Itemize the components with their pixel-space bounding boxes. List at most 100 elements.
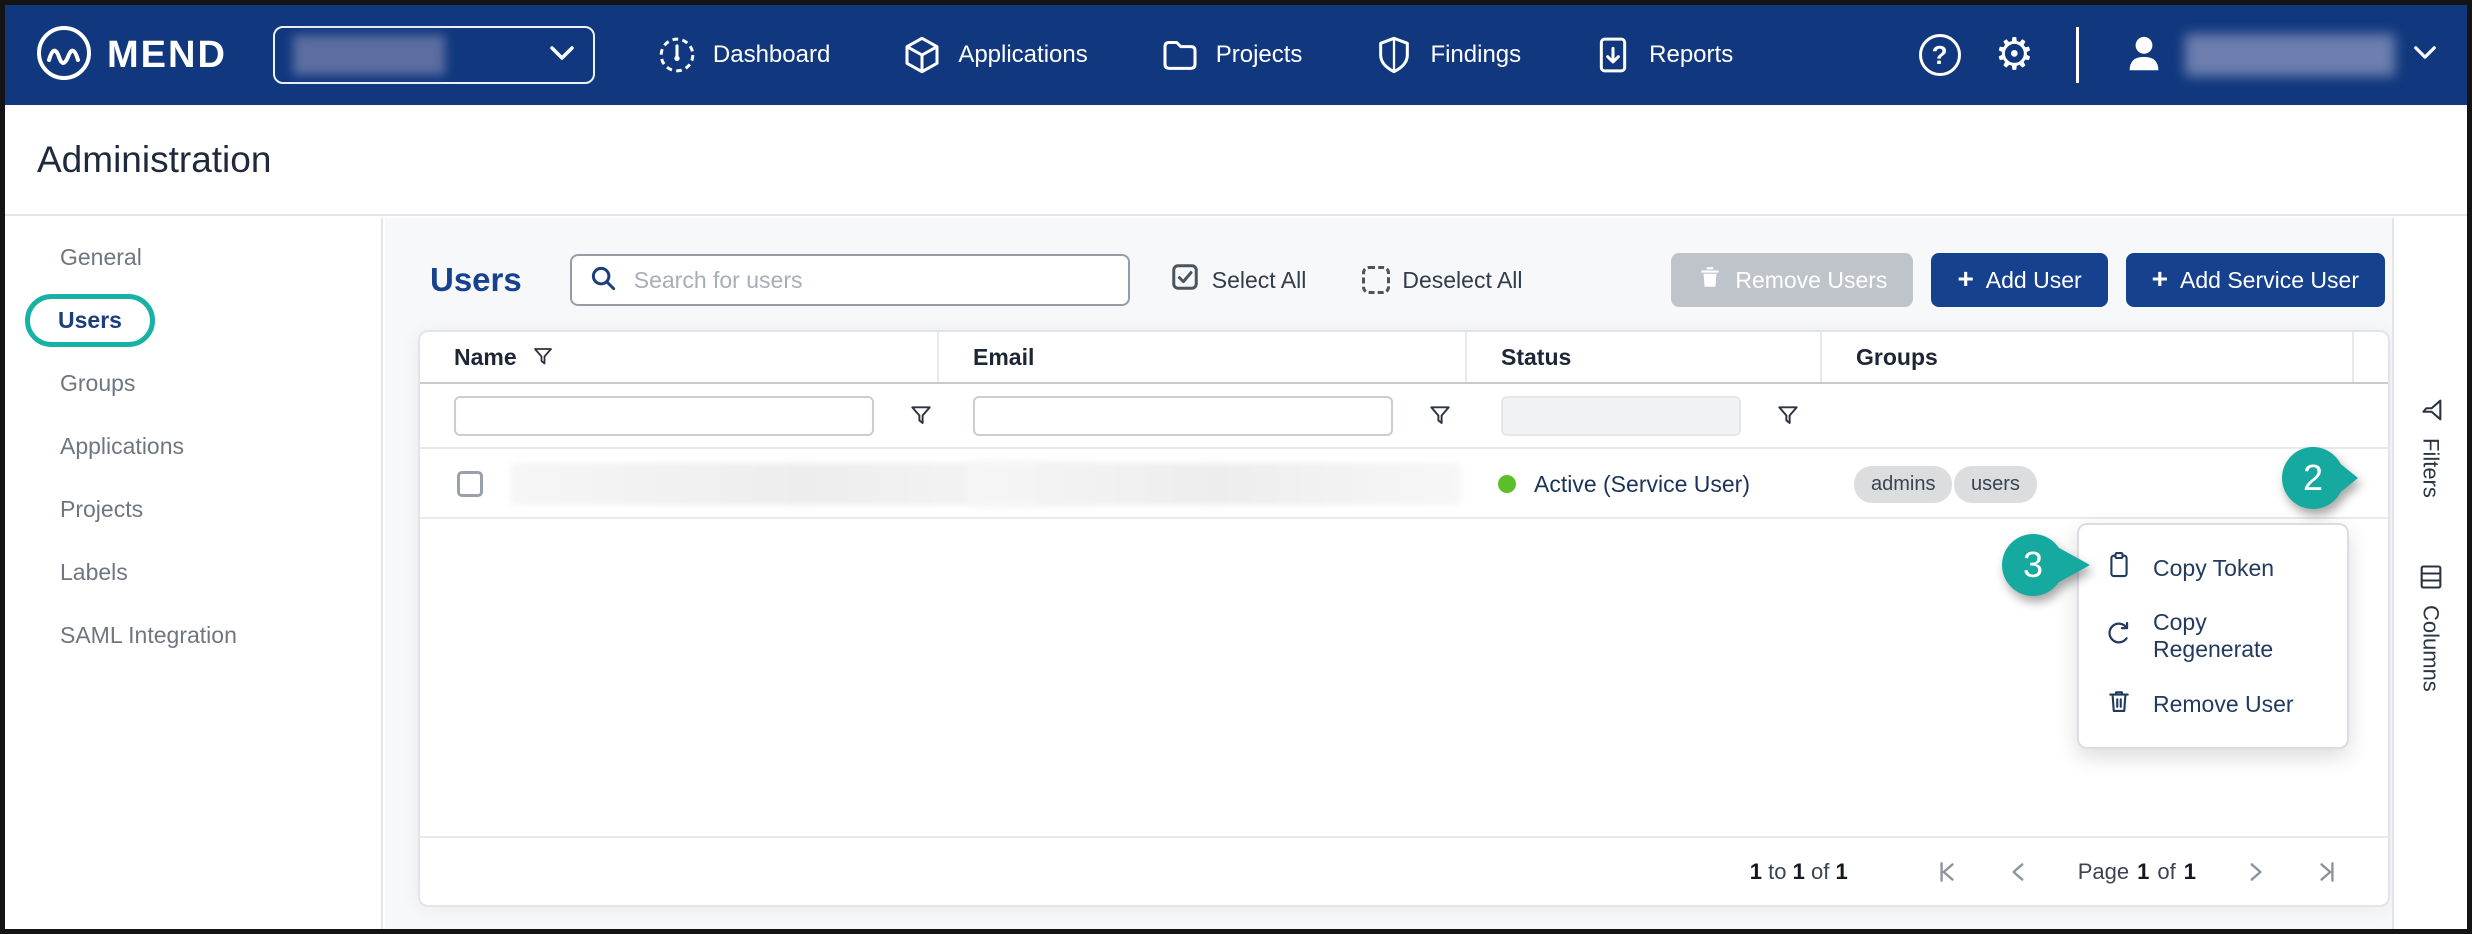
sidebar-item-general[interactable]: General bbox=[5, 226, 381, 289]
column-header-groups: Groups bbox=[1856, 344, 1938, 371]
columns-panel-toggle[interactable]: Columns bbox=[2394, 563, 2467, 692]
add-user-label: Add User bbox=[1986, 267, 2082, 294]
brand-name: MEND bbox=[107, 34, 227, 77]
sidebar-item-label: Applications bbox=[60, 433, 184, 460]
nav-item-projects[interactable]: Projects bbox=[1160, 35, 1303, 75]
nav-item-dashboard[interactable]: Dashboard bbox=[657, 35, 830, 75]
previous-page-button[interactable] bbox=[2006, 859, 2032, 885]
cube-icon bbox=[902, 35, 942, 75]
add-service-user-label: Add Service User bbox=[2180, 267, 2359, 294]
clipboard-icon bbox=[2105, 551, 2133, 585]
table-filter-row bbox=[420, 384, 2388, 449]
chevron-down-icon bbox=[549, 45, 575, 66]
nav-item-label: Findings bbox=[1430, 41, 1521, 69]
admin-sidebar: General Users Groups Applications Projec… bbox=[5, 218, 383, 929]
checkbox-dashed-icon bbox=[1362, 266, 1390, 294]
page-title: Administration bbox=[37, 139, 271, 181]
plus-icon: + bbox=[2152, 265, 2168, 293]
email-filter-input[interactable] bbox=[973, 396, 1393, 436]
sidebar-item-label: Groups bbox=[60, 370, 135, 397]
sidebar-item-label: Projects bbox=[60, 496, 143, 523]
sidebar-item-users[interactable]: Users bbox=[5, 289, 381, 352]
shield-icon bbox=[1374, 35, 1414, 75]
menu-item-remove-user[interactable]: Remove User bbox=[2079, 675, 2347, 733]
callout-step-2: 2 bbox=[2282, 447, 2382, 511]
sidebar-item-labels[interactable]: Labels bbox=[5, 541, 381, 604]
main-nav: Dashboard Applications Projects bbox=[657, 35, 1733, 75]
menu-item-copy-token[interactable]: Copy Token bbox=[2079, 539, 2347, 597]
deselect-all-button[interactable]: Deselect All bbox=[1362, 266, 1522, 294]
columns-icon bbox=[2417, 563, 2445, 591]
filters-label: Filters bbox=[2418, 438, 2444, 498]
filter-icon[interactable] bbox=[531, 345, 555, 369]
sidebar-item-groups[interactable]: Groups bbox=[5, 352, 381, 415]
sidebar-item-label: General bbox=[60, 244, 142, 271]
page-indicator: Page 1 of 1 bbox=[2078, 859, 2196, 885]
app-window: MEND Dashboard bbox=[0, 0, 2472, 934]
nav-item-label: Dashboard bbox=[713, 41, 830, 69]
column-header-status: Status bbox=[1501, 344, 1571, 371]
group-badge: users bbox=[1954, 466, 2037, 503]
name-filter-icon[interactable] bbox=[908, 403, 934, 429]
sidebar-item-label: SAML Integration bbox=[60, 622, 237, 649]
status-active-dot bbox=[1498, 475, 1516, 493]
remove-users-button[interactable]: Remove Users bbox=[1671, 253, 1913, 307]
remove-users-label: Remove Users bbox=[1735, 267, 1887, 294]
trash-icon bbox=[1697, 263, 1723, 297]
filters-panel-toggle[interactable]: Filters bbox=[2394, 396, 2467, 498]
nav-item-findings[interactable]: Findings bbox=[1374, 35, 1521, 75]
group-badge: admins bbox=[1854, 466, 1952, 503]
search-box bbox=[570, 254, 1130, 306]
table-header-row: Name Email Status Groups bbox=[420, 332, 2388, 384]
folder-icon bbox=[1160, 35, 1200, 75]
table-tools-panel: Filters Columns bbox=[2392, 218, 2467, 929]
menu-item-copy-regenerate[interactable]: Copy Regenerate bbox=[2079, 597, 2347, 675]
help-icon[interactable]: ? bbox=[1919, 34, 1961, 76]
settings-gear-icon[interactable]: ⚙ bbox=[1995, 33, 2034, 77]
menu-item-label: Remove User bbox=[2153, 691, 2294, 718]
status-filter-icon[interactable] bbox=[1775, 403, 1801, 429]
nav-item-reports[interactable]: Reports bbox=[1593, 35, 1733, 75]
last-page-button[interactable] bbox=[2314, 859, 2340, 885]
active-item-highlight: Users bbox=[25, 294, 155, 347]
help-glyph: ? bbox=[1932, 40, 1948, 71]
row-checkbox[interactable] bbox=[457, 471, 483, 497]
add-service-user-button[interactable]: + Add Service User bbox=[2126, 253, 2385, 307]
email-filter-icon[interactable] bbox=[1427, 403, 1453, 429]
nav-item-applications[interactable]: Applications bbox=[902, 35, 1087, 75]
trash-icon bbox=[2105, 687, 2133, 721]
sidebar-item-label: Labels bbox=[60, 559, 128, 586]
menu-item-label: Copy Token bbox=[2153, 555, 2274, 582]
filter-icon bbox=[2417, 396, 2445, 424]
name-filter-input[interactable] bbox=[454, 396, 874, 436]
select-all-label: Select All bbox=[1212, 267, 1307, 294]
columns-label: Columns bbox=[2418, 605, 2444, 692]
sidebar-item-applications[interactable]: Applications bbox=[5, 415, 381, 478]
report-icon bbox=[1593, 35, 1633, 75]
callout-step-3: 3 bbox=[2002, 534, 2102, 598]
plus-icon: + bbox=[1957, 265, 1973, 293]
column-header-name: Name bbox=[454, 344, 517, 371]
callout-number: 2 bbox=[2282, 447, 2344, 509]
user-account-menu[interactable] bbox=[2121, 30, 2437, 81]
search-icon bbox=[588, 263, 618, 298]
table-row: Active (Service User) admins users bbox=[420, 449, 2388, 519]
select-all-button[interactable]: Select All bbox=[1170, 262, 1307, 298]
chevron-down-icon bbox=[2413, 45, 2437, 65]
mend-logo[interactable]: MEND bbox=[35, 24, 227, 87]
dashboard-gauge-icon bbox=[657, 35, 697, 75]
add-user-button[interactable]: + Add User bbox=[1931, 253, 2107, 307]
sidebar-item-saml-integration[interactable]: SAML Integration bbox=[5, 604, 381, 667]
search-input[interactable] bbox=[632, 266, 1112, 295]
org-selector-dropdown[interactable] bbox=[273, 26, 595, 84]
next-page-button[interactable] bbox=[2242, 859, 2268, 885]
avatar-icon bbox=[2121, 30, 2167, 81]
first-page-button[interactable] bbox=[1934, 859, 1960, 885]
status-text: Active (Service User) bbox=[1534, 471, 1750, 498]
nav-item-label: Reports bbox=[1649, 41, 1733, 69]
menu-item-label: Copy Regenerate bbox=[2153, 609, 2321, 663]
nav-item-label: Applications bbox=[958, 41, 1087, 69]
deselect-all-label: Deselect All bbox=[1402, 267, 1522, 294]
status-filter-input[interactable] bbox=[1501, 396, 1741, 436]
sidebar-item-projects[interactable]: Projects bbox=[5, 478, 381, 541]
